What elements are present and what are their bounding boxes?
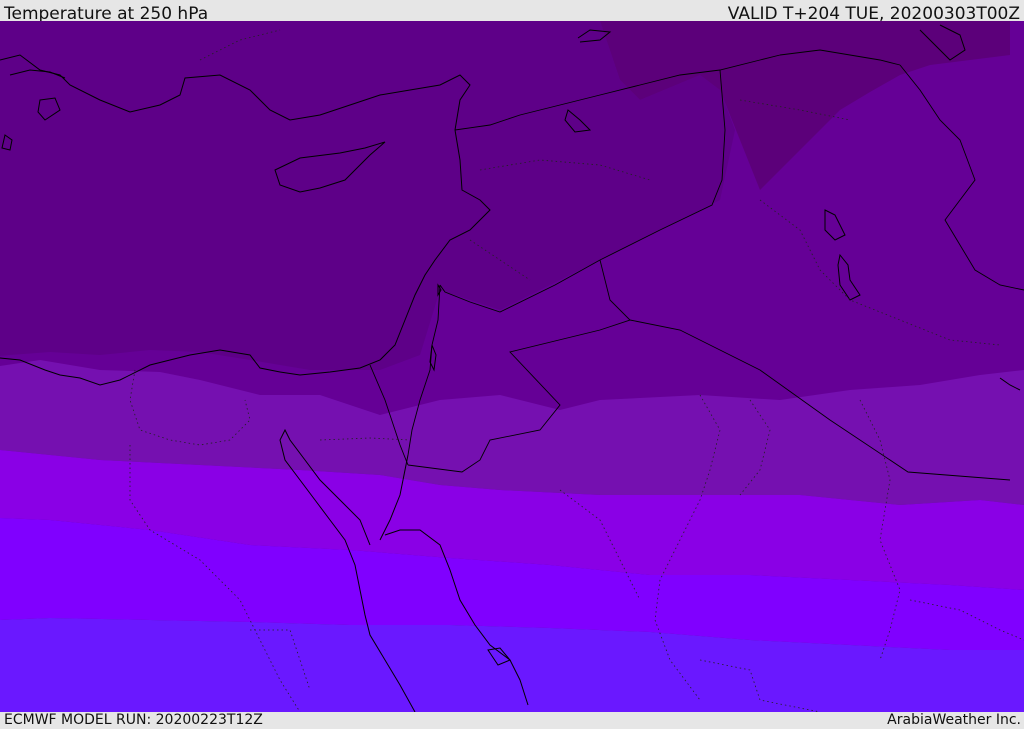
credit: ArabiaWeather Inc.: [887, 712, 1021, 728]
temperature-bands: [0, 21, 1024, 712]
map-canvas: [0, 21, 1024, 712]
header-bar: Temperature at 250 hPa VALID T+204 TUE, …: [0, 0, 1024, 24]
weather-map[interactable]: [0, 21, 1024, 712]
footer-bar: ECMWF MODEL RUN: 20200223T12Z ArabiaWeat…: [0, 712, 1024, 729]
model-run: ECMWF MODEL RUN: 20200223T12Z: [4, 712, 263, 728]
